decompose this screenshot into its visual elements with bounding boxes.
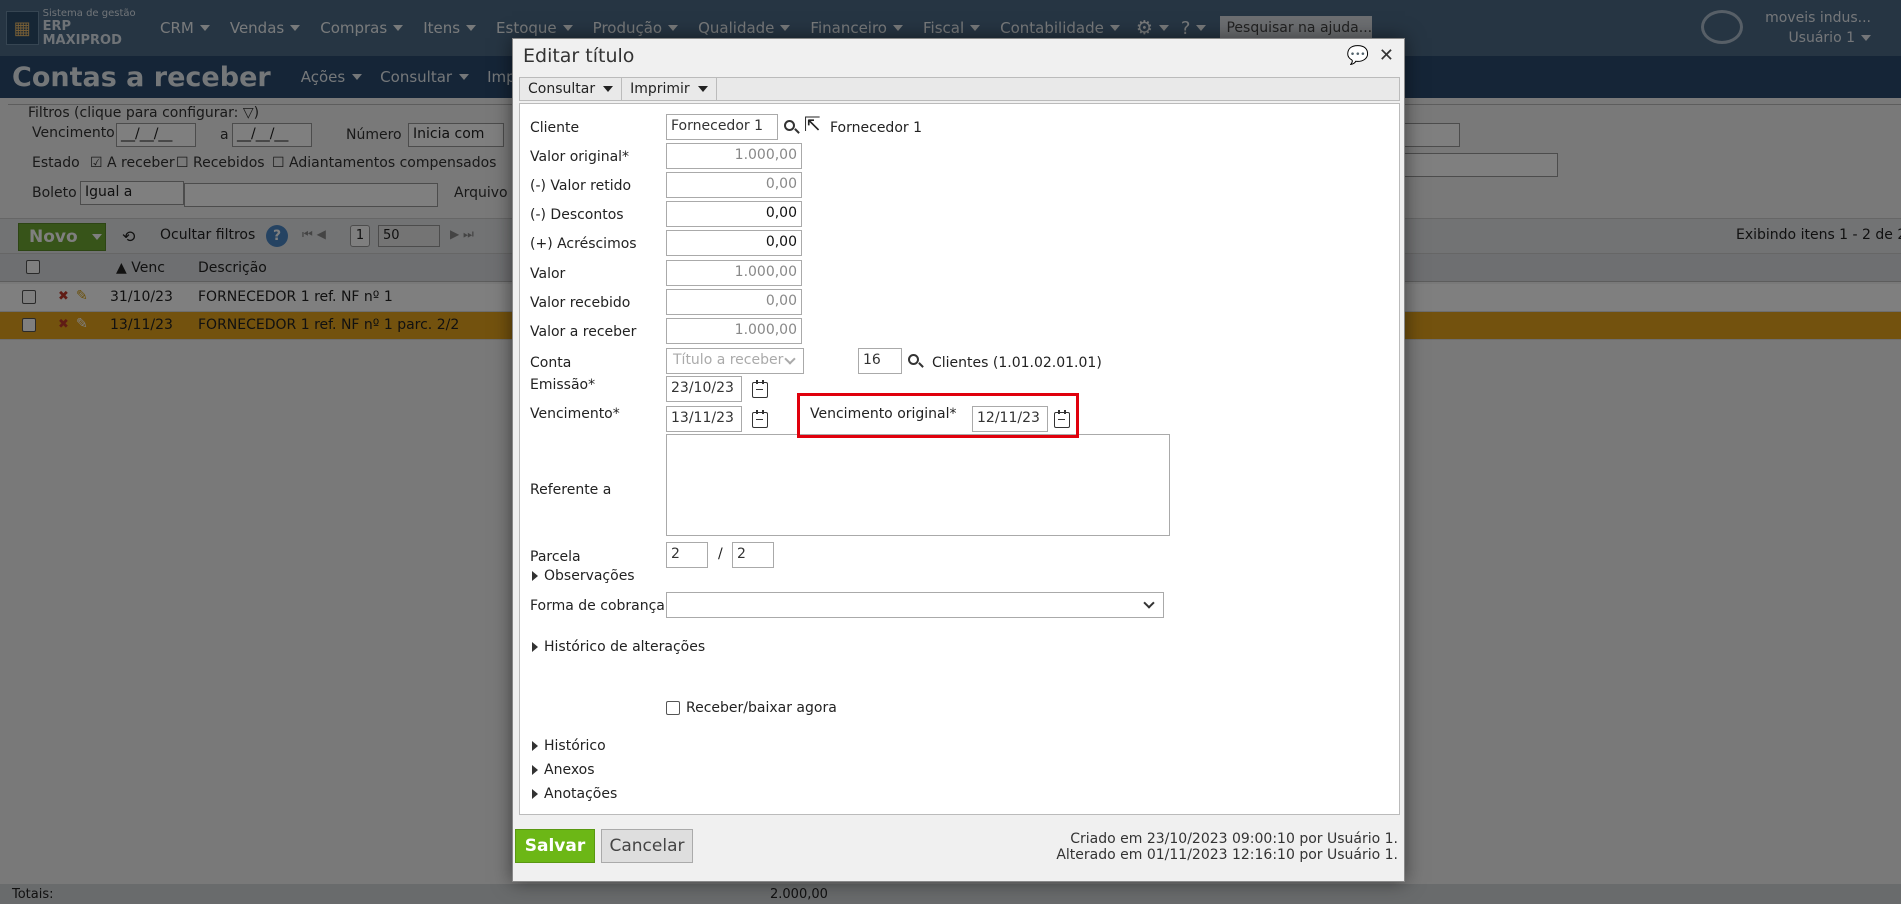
receber-agora-checkbox[interactable]	[666, 701, 680, 715]
search-icon[interactable]	[908, 354, 919, 365]
valor-recebido-label: Valor recebido	[530, 295, 631, 311]
valor-retido-input[interactable]: 0,00	[666, 172, 802, 198]
calendar-icon[interactable]	[752, 380, 768, 398]
emissao-input[interactable]: 23/10/23	[666, 376, 742, 402]
valor-label: Valor	[530, 266, 566, 282]
expand-icon	[532, 741, 538, 751]
cliente-input[interactable]: Fornecedor 1	[666, 114, 778, 140]
anotacoes-toggle[interactable]: Anotações	[544, 786, 617, 802]
forma-cobranca-select[interactable]	[666, 592, 1164, 618]
observacoes-toggle[interactable]: Observações	[544, 568, 635, 584]
referente-textarea[interactable]	[666, 434, 1170, 536]
vencimento-label: Vencimento*	[530, 406, 620, 422]
forma-label: Forma de cobrança	[530, 598, 665, 614]
descontos-input[interactable]: 0,00	[666, 201, 802, 227]
cliente-link[interactable]: Fornecedor 1	[830, 120, 922, 136]
acrescimos-input[interactable]: 0,00	[666, 230, 802, 256]
historico-alteracoes-toggle[interactable]: Histórico de alterações	[544, 639, 705, 655]
dialog-title: Editar título	[523, 45, 635, 67]
acrescimos-label: (+) Acréscimos	[530, 236, 637, 252]
cancel-button[interactable]: Cancelar	[601, 829, 693, 863]
dialog-form: Cliente Fornecedor 1 ⇱ Fornecedor 1 Valo…	[519, 103, 1400, 815]
dialog-consultar-menu[interactable]: Consultar	[520, 78, 623, 100]
conta-tipo-select[interactable]: Título a receber	[666, 348, 804, 374]
descontos-label: (-) Descontos	[530, 207, 624, 223]
valor-original-label: Valor original*	[530, 149, 630, 165]
emissao-label: Emissão*	[530, 377, 596, 393]
close-icon[interactable]: ✕	[1379, 45, 1394, 66]
valor-a-receber-input[interactable]: 1.000,00	[666, 318, 802, 344]
expand-icon	[532, 765, 538, 775]
audit-info: Criado em 23/10/2023 09:00:10 por Usuári…	[1056, 831, 1398, 863]
parcela-input[interactable]: 2	[666, 542, 708, 568]
highlight-box	[797, 393, 1079, 438]
external-link-icon[interactable]: ⇱	[804, 112, 821, 136]
expand-icon	[532, 642, 538, 652]
receber-agora-label[interactable]: Receber/baixar agora	[686, 700, 837, 716]
edit-dialog: Editar título 💬 ✕ Consultar Imprimir Cli…	[512, 38, 1405, 882]
cliente-label: Cliente	[530, 120, 580, 136]
chevron-down-icon	[697, 86, 708, 92]
conta-label: Conta	[530, 355, 572, 371]
valor-retido-label: (-) Valor retido	[530, 178, 632, 194]
parcela-label: Parcela	[530, 549, 581, 565]
historico-toggle[interactable]: Histórico	[544, 738, 606, 754]
valor-original-input[interactable]: 1.000,00	[666, 143, 802, 169]
parcela-sep: /	[718, 546, 723, 562]
conta-numero-input[interactable]: 16	[858, 348, 902, 374]
valor-recebido-input[interactable]: 0,00	[666, 289, 802, 315]
expand-icon	[532, 789, 538, 799]
dialog-toolbar: Consultar Imprimir	[519, 77, 1400, 101]
search-icon[interactable]	[784, 120, 795, 131]
comment-icon[interactable]: 💬	[1346, 45, 1368, 66]
conta-desc: Clientes (1.01.02.01.01)	[932, 355, 1102, 371]
valor-a-receber-label: Valor a receber	[530, 324, 637, 340]
valor-input[interactable]: 1.000,00	[666, 260, 802, 286]
save-button[interactable]: Salvar	[515, 829, 595, 863]
parcela-total-input[interactable]: 2	[732, 542, 774, 568]
chevron-down-icon	[603, 86, 614, 92]
vencimento-input[interactable]: 13/11/23	[666, 406, 742, 432]
dialog-imprimir-menu[interactable]: Imprimir	[622, 78, 717, 100]
calendar-icon[interactable]	[752, 410, 768, 428]
created-info: Criado em 23/10/2023 09:00:10 por Usuári…	[1070, 831, 1398, 847]
expand-icon	[532, 571, 538, 581]
altered-info: Alterado em 01/11/2023 12:16:10 por Usuá…	[1056, 847, 1398, 863]
anexos-toggle[interactable]: Anexos	[544, 762, 595, 778]
referente-label: Referente a	[530, 482, 612, 498]
